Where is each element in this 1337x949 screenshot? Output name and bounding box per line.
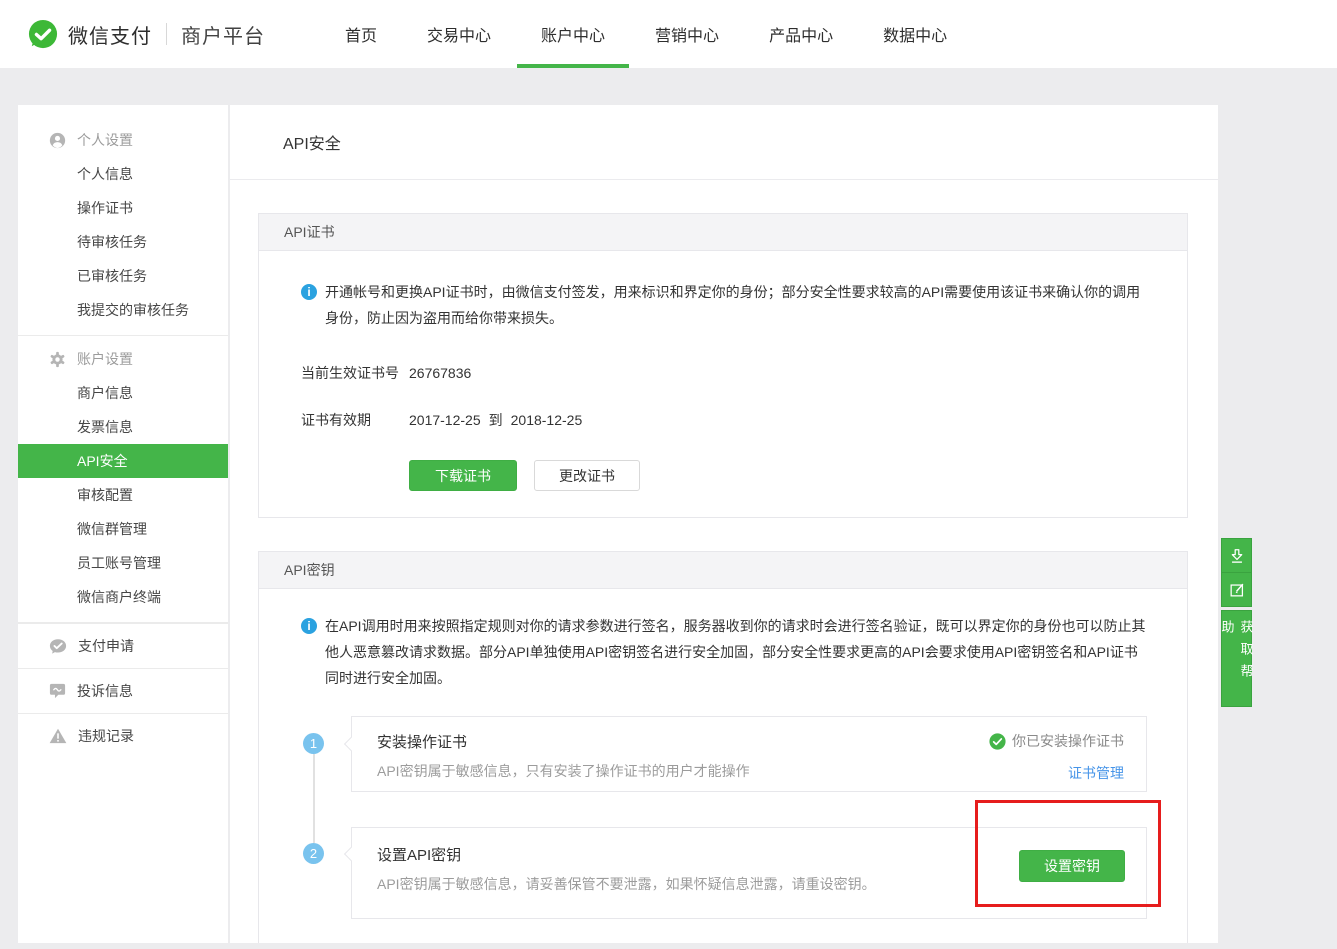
sidebar-group-header-personal: 个人设置: [18, 123, 228, 157]
nav-item-transaction-center[interactable]: 交易中心: [427, 0, 491, 68]
sidebar-link-payment-application[interactable]: 支付申请: [18, 623, 228, 668]
wechat-check-icon: [49, 638, 67, 655]
sidebar-item-api-security[interactable]: API安全: [18, 444, 228, 478]
nav-item-product-center[interactable]: 产品中心: [769, 0, 833, 68]
page-title: API安全: [283, 130, 341, 154]
step-1-badge: 1: [303, 733, 324, 754]
help-feedback-button[interactable]: [1221, 572, 1252, 607]
main-content: API安全 API证书 i 开通帐号和更换API证书时，由微信支付签发，用来标识…: [230, 105, 1218, 943]
warning-icon: [49, 728, 67, 744]
brand: 微信支付 商户平台: [28, 0, 265, 68]
current-cert-number: 26767836: [409, 365, 471, 381]
step-1-status: 你已安装操作证书: [989, 731, 1124, 751]
certificate-info-row: i 开通帐号和更换API证书时，由微信支付签发，用来标识和界定你的身份；部分安全…: [301, 279, 1147, 331]
cert-valid-to: 2018-12-25: [511, 412, 583, 428]
step-box-notch: [344, 847, 358, 861]
api-key-section-title: API密钥: [259, 552, 1187, 589]
info-icon: i: [301, 618, 317, 634]
sidebar-item-staff-account-mgmt[interactable]: 员工账号管理: [18, 546, 228, 580]
sidebar-item-my-submitted-tasks[interactable]: 我提交的审核任务: [18, 293, 228, 327]
current-cert-label: 当前生效证书号: [301, 363, 409, 383]
user-icon: [49, 132, 66, 149]
sidebar: 个人设置 个人信息 操作证书 待审核任务 已审核任务 我提交的审核任务 账户设置…: [18, 105, 228, 943]
current-cert-row: 当前生效证书号 26767836: [301, 363, 1147, 383]
step-2-set-api-key-box: 设置API密钥 API密钥属于敏感信息，请妥善保管不要泄露，如果怀疑信息泄露，请…: [351, 827, 1147, 919]
comment-icon: [49, 683, 66, 699]
cert-validity-label: 证书有效期: [301, 410, 409, 430]
sidebar-item-reviewed-tasks[interactable]: 已审核任务: [18, 259, 228, 293]
nav-item-home[interactable]: 首页: [345, 0, 377, 68]
sidebar-item-merchant-info[interactable]: 商户信息: [18, 376, 228, 410]
nav-item-account-center[interactable]: 账户中心: [541, 0, 605, 68]
sidebar-item-personal-info[interactable]: 个人信息: [18, 157, 228, 191]
nav-item-marketing-center[interactable]: 营销中心: [655, 0, 719, 68]
api-key-info-row: i 在API调用时用来按照指定规则对你的请求参数进行签名，服务器收到你的请求时会…: [301, 613, 1147, 691]
certificate-info-text: 开通帐号和更换API证书时，由微信支付签发，用来标识和界定你的身份；部分安全性要…: [325, 279, 1147, 331]
brand-platform: 商户平台: [181, 20, 265, 49]
api-certificate-section-title: API证书: [259, 214, 1187, 251]
api-key-section-body: i 在API调用时用来按照指定规则对你的请求参数进行签名，服务器收到你的请求时会…: [259, 589, 1187, 919]
brand-name: 微信支付: [68, 20, 152, 49]
info-icon: i: [301, 284, 317, 300]
step-2-badge: 2: [303, 843, 324, 864]
step-1-status-text: 你已安装操作证书: [1012, 731, 1124, 751]
step-2-title: 设置API密钥: [377, 844, 1126, 865]
brand-separator: [166, 23, 167, 45]
cert-valid-to-word: 到: [489, 410, 503, 430]
sidebar-item-wechat-merchant-terminal[interactable]: 微信商户终端: [18, 580, 228, 614]
help-download-button[interactable]: [1221, 538, 1252, 573]
sidebar-link-complaint-info[interactable]: 投诉信息: [18, 668, 228, 713]
step-2-description: API密钥属于敏感信息，请妥善保管不要泄露，如果怀疑信息泄露，请重设密钥。: [377, 874, 1126, 894]
cert-buttons-row: 下载证书 更改证书: [409, 460, 1147, 491]
gear-icon: [49, 351, 66, 368]
cert-validity-row: 证书有效期 2017-12-25 到 2018-12-25: [301, 410, 1147, 430]
set-api-key-button[interactable]: 设置密钥: [1019, 850, 1125, 882]
download-icon: [1228, 547, 1246, 565]
top-header: 微信支付 商户平台 首页 交易中心 账户中心 营销中心 产品中心 数据中心: [0, 0, 1337, 68]
cert-valid-from: 2017-12-25: [409, 412, 481, 428]
download-cert-button[interactable]: 下载证书: [409, 460, 517, 491]
sidebar-item-wechat-group-mgmt[interactable]: 微信群管理: [18, 512, 228, 546]
step-1-description: API密钥属于敏感信息，只有安装了操作证书的用户才能操作: [377, 761, 1126, 781]
nav-item-data-center[interactable]: 数据中心: [883, 0, 947, 68]
api-certificate-section: API证书 i 开通帐号和更换API证书时，由微信支付签发，用来标识和界定你的身…: [258, 213, 1188, 518]
change-cert-button[interactable]: 更改证书: [534, 460, 640, 491]
sidebar-link-violation-records[interactable]: 违规记录: [18, 713, 228, 758]
get-help-button[interactable]: 获取帮助: [1221, 610, 1252, 707]
wechat-pay-logo-icon: [28, 19, 58, 49]
step-1-install-cert-box: 安装操作证书 API密钥属于敏感信息，只有安装了操作证书的用户才能操作 你已安装…: [351, 716, 1147, 792]
check-circle-icon: [989, 733, 1006, 750]
api-key-section: API密钥 i 在API调用时用来按照指定规则对你的请求参数进行签名，服务器收到…: [258, 551, 1188, 943]
cert-management-link[interactable]: 证书管理: [1068, 763, 1124, 783]
floating-help-widget: 获取帮助: [1221, 538, 1252, 707]
step-box-notch: [344, 737, 358, 751]
api-key-steps: 1 2 安装操作证书 API密钥属于敏感信息，只有安装了操作证书的用户才能操作 …: [301, 716, 1147, 919]
active-tab-underline: [517, 64, 629, 68]
api-key-info-text: 在API调用时用来按照指定规则对你的请求参数进行签名，服务器收到你的请求时会进行…: [325, 613, 1147, 691]
edit-icon: [1228, 581, 1246, 599]
sidebar-group-header-account: 账户设置: [18, 342, 228, 376]
main-nav: 首页 交易中心 账户中心 营销中心 产品中心 数据中心: [345, 0, 997, 68]
sidebar-group-account-settings: 账户设置 商户信息 发票信息 API安全 审核配置 微信群管理 员工账号管理 微…: [18, 336, 228, 614]
sidebar-item-invoice-info[interactable]: 发票信息: [18, 410, 228, 444]
step-connector-line: [313, 754, 315, 843]
sidebar-item-operation-cert[interactable]: 操作证书: [18, 191, 228, 225]
sidebar-item-pending-review-tasks[interactable]: 待审核任务: [18, 225, 228, 259]
sidebar-item-review-config[interactable]: 审核配置: [18, 478, 228, 512]
page-header: API安全: [230, 105, 1218, 180]
sidebar-group-personal-settings: 个人设置 个人信息 操作证书 待审核任务 已审核任务 我提交的审核任务: [18, 105, 228, 327]
api-certificate-section-body: i 开通帐号和更换API证书时，由微信支付签发，用来标识和界定你的身份；部分安全…: [259, 251, 1187, 491]
